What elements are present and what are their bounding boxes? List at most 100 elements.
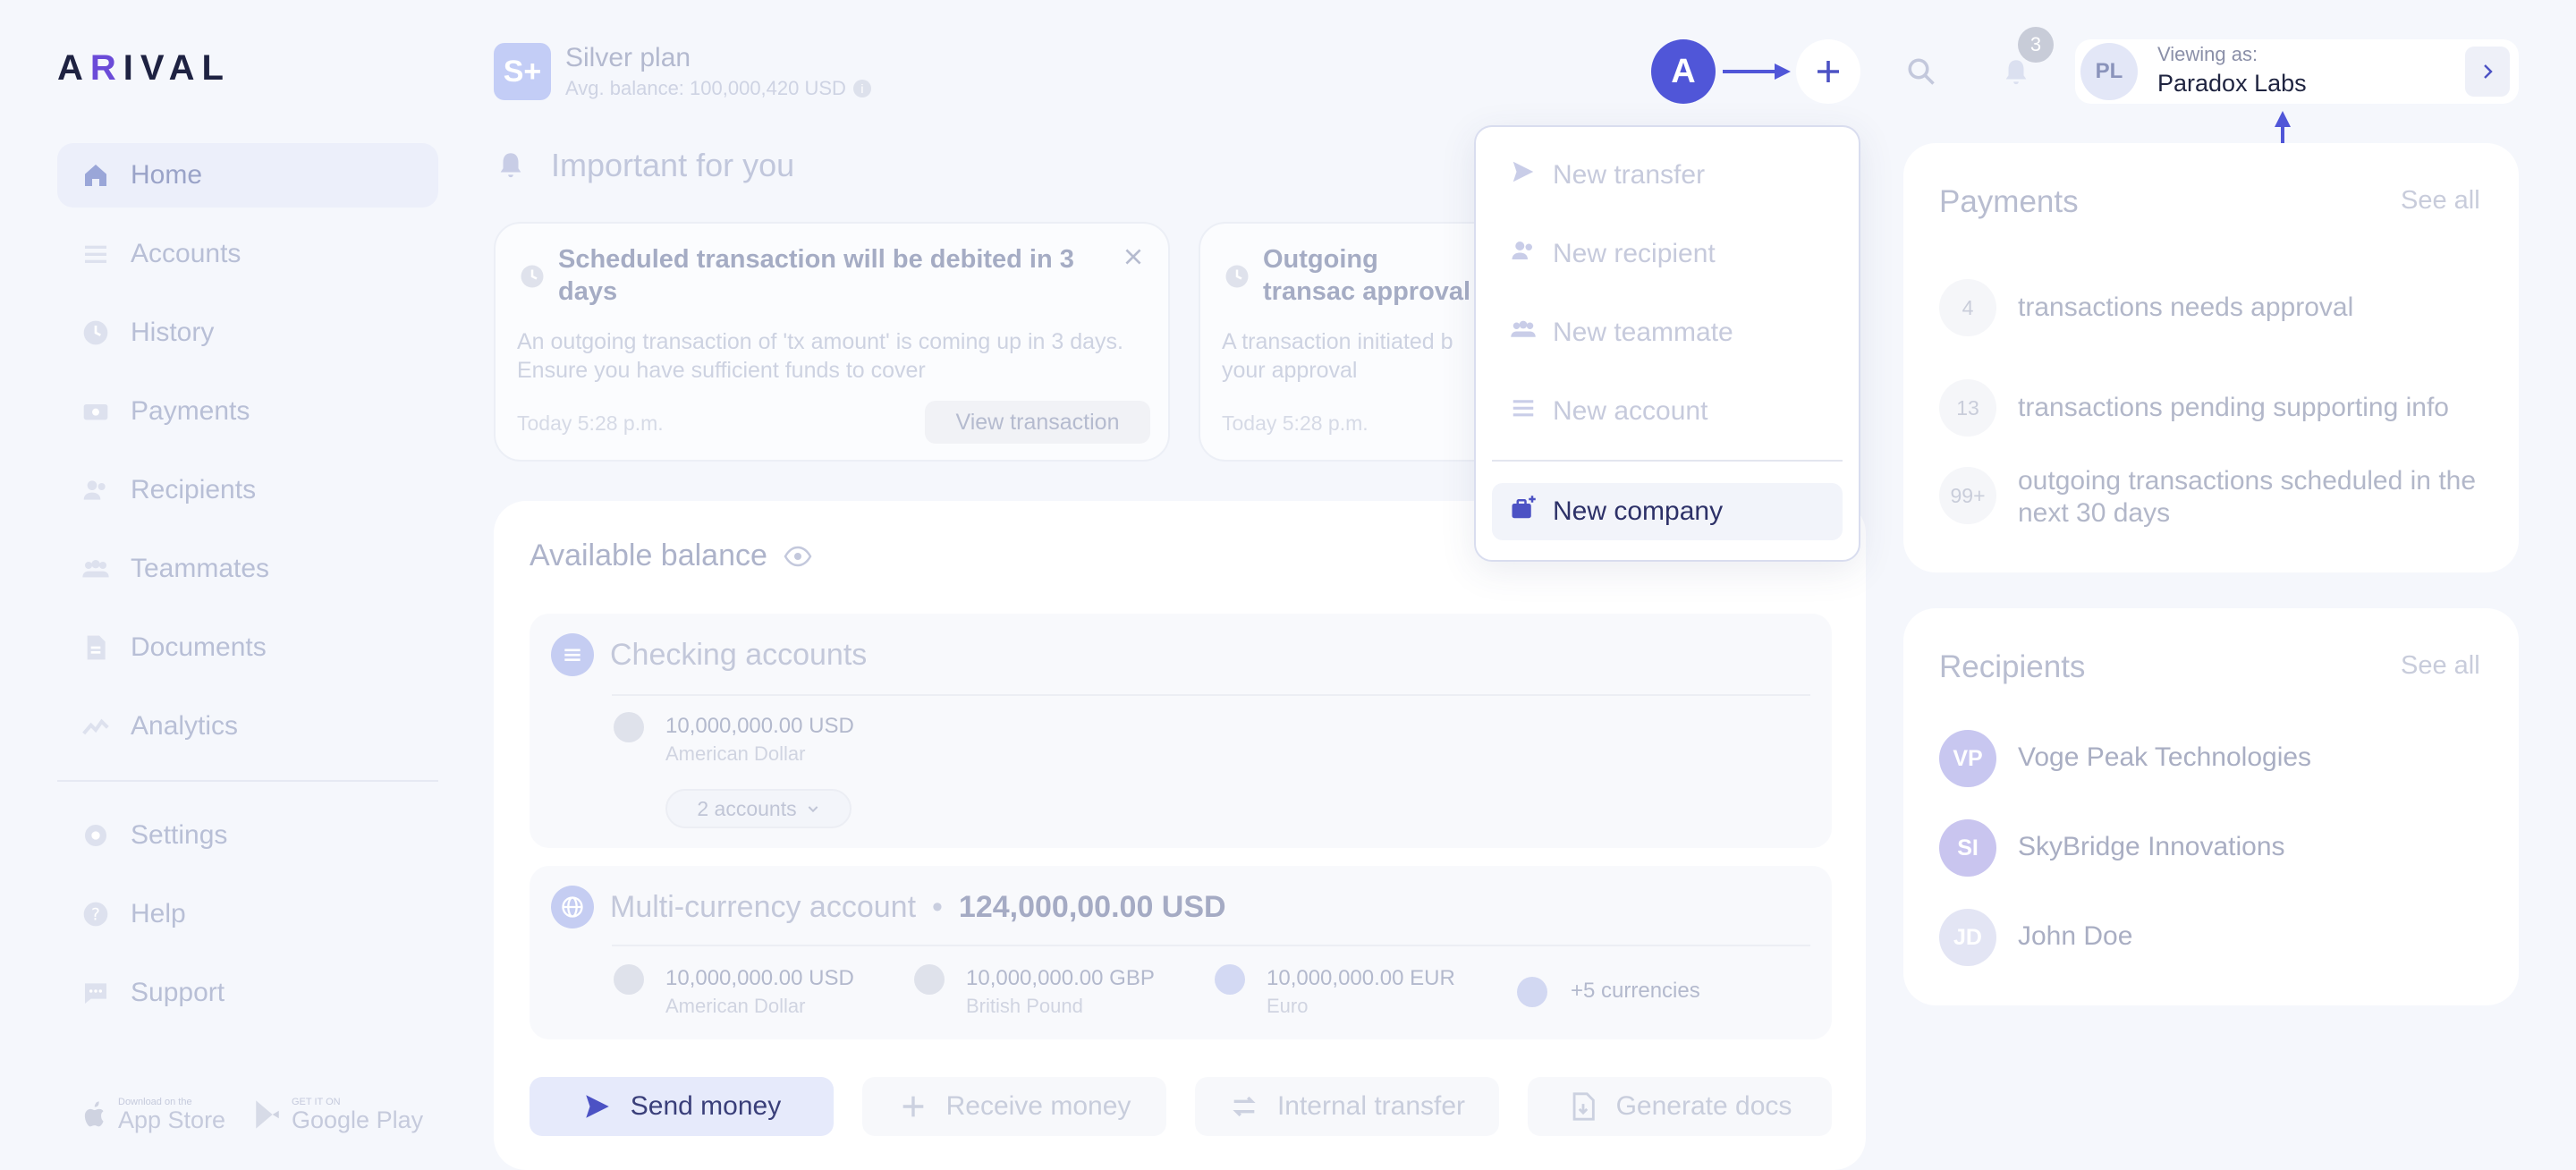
receive-money-button[interactable]: Receive money (862, 1077, 1166, 1136)
sidebar-item-payments[interactable]: Payments (57, 379, 438, 444)
list-icon (1510, 394, 1537, 428)
divider (612, 694, 1810, 696)
payments-see-all-link[interactable]: See all (2401, 186, 2480, 216)
chevron-right-icon (2484, 64, 2493, 79)
annotation-arrow-a (1723, 64, 1791, 80)
sidebar-item-label: Accounts (131, 239, 242, 268)
menu-item-new-recipient[interactable]: New recipient (1492, 225, 1843, 283)
recipients-icon (80, 475, 111, 505)
menu-item-new-account[interactable]: New account (1492, 383, 1843, 440)
support-icon (80, 978, 111, 1008)
sidebar-item-home[interactable]: Home (57, 143, 438, 208)
sidebar-item-teammates[interactable]: Teammates (57, 537, 438, 601)
payments-title: Payments (1939, 184, 2079, 219)
separator: • (932, 889, 943, 924)
history-icon (80, 318, 111, 348)
recipient-name[interactable]: John Doe (2018, 921, 2132, 952)
sidebar-item-label: Payments (131, 396, 250, 426)
checking-accounts-header: Checking accounts (551, 633, 867, 676)
sidebar-item-recipients[interactable]: Recipients (57, 458, 438, 522)
list-icon (551, 633, 594, 676)
arival-logo[interactable]: ARIVAL (57, 48, 231, 89)
teammates-icon (80, 554, 111, 584)
notice-card-text: A transaction initiated b your approval (1222, 329, 1453, 383)
multi-currency-total: 124,000,00.00 USD (958, 889, 1226, 924)
notice-card-time: Today 5:28 p.m. (517, 411, 664, 435)
plan-title[interactable]: Silver plan (565, 43, 691, 73)
currency-name: British Pound (966, 995, 1083, 1017)
add-button[interactable] (1796, 39, 1860, 104)
notice-card[interactable]: Scheduled transaction will be debited in… (494, 222, 1170, 462)
notice-card-title: Scheduled transaction will be debited in… (558, 245, 1074, 306)
recipient-name[interactable]: Voge Peak Technologies (2018, 742, 2311, 773)
menu-item-new-transfer[interactable]: New transfer (1492, 147, 1843, 204)
sidebar-item-accounts[interactable]: Accounts (57, 222, 438, 286)
notice-card[interactable]: Outgoing transac approval A transaction … (1199, 222, 1503, 462)
avg-balance-text: Avg. balance: 100,000,420 USD (565, 77, 846, 99)
google-play-icon (256, 1100, 279, 1129)
google-play-badge[interactable]: GET IT ON Google Play (252, 1097, 423, 1132)
app-store-badge[interactable]: Download on the App Store (82, 1097, 225, 1132)
sidebar-item-settings[interactable]: Settings (57, 803, 438, 868)
info-icon[interactable]: i (852, 80, 871, 98)
currency-name: Euro (1267, 995, 1309, 1017)
settings-icon (80, 820, 111, 851)
payments-row-text[interactable]: transactions pending supporting info (2018, 392, 2449, 424)
search-button[interactable] (1889, 39, 1953, 104)
sidebar-item-analytics[interactable]: Analytics (57, 694, 438, 759)
search-icon (1908, 58, 1935, 85)
recipients-see-all-link[interactable]: See all (2401, 651, 2480, 681)
currencies-icon (1517, 977, 1547, 1007)
annotation-marker-a: A (1651, 39, 1716, 104)
multi-currency-header: Multi-currency account • 124,000,00.00 U… (551, 886, 1226, 928)
switch-company-button[interactable] (2465, 47, 2510, 97)
eye-icon[interactable] (784, 546, 812, 567)
accounts-icon (80, 239, 111, 269)
sidebar-item-label: History (131, 318, 215, 347)
plus-icon (1818, 61, 1839, 82)
payments-count: 13 (1939, 379, 1996, 437)
svg-text:?: ? (91, 906, 100, 925)
payments-count: 4 (1939, 279, 1996, 336)
sidebar-item-label: Recipients (131, 475, 257, 504)
payments-row-text[interactable]: outgoing transactions scheduled in the n… (2018, 465, 2501, 530)
recipients-title: Recipients (1939, 649, 2086, 684)
plan-badge: S+ (494, 43, 551, 100)
available-balance-title: Available balance (530, 538, 812, 573)
analytics-icon (80, 711, 111, 742)
recipient-name[interactable]: SkyBridge Innovations (2018, 832, 2285, 862)
sidebar-item-label: Analytics (131, 711, 239, 741)
important-section-title: Important for you (551, 147, 795, 183)
sidebar-item-label: Home (131, 160, 203, 190)
sidebar-item-label: Documents (131, 632, 267, 662)
apple-icon (84, 1101, 104, 1127)
sidebar-item-history[interactable]: History (57, 301, 438, 365)
menu-item-new-teammate[interactable]: New teammate (1492, 304, 1843, 361)
more-currencies-link[interactable]: +5 currencies (1571, 979, 1700, 1004)
us-flag-icon (614, 712, 644, 742)
generate-docs-button[interactable]: Generate docs (1528, 1077, 1832, 1136)
plus-icon (902, 1096, 923, 1117)
payments-row-text[interactable]: transactions needs approval (2018, 292, 2353, 324)
currency-amount: 10,000,000.00 GBP (966, 966, 1155, 990)
internal-transfer-button[interactable]: Internal transfer (1195, 1077, 1499, 1136)
sidebar-item-support[interactable]: Support (57, 961, 438, 1025)
help-icon: ? (80, 899, 111, 929)
transfer-icon (1233, 1096, 1256, 1117)
currency-name: American Dollar (665, 995, 806, 1017)
sidebar-divider (57, 780, 438, 782)
sidebar-item-label: Support (131, 978, 225, 1007)
document-download-icon (1572, 1092, 1595, 1121)
menu-item-new-company[interactable]: New company (1492, 483, 1843, 540)
divider (612, 945, 1810, 946)
payments-icon (80, 396, 111, 427)
sidebar-item-documents[interactable]: Documents (57, 615, 438, 680)
company-avatar: PL (2080, 43, 2138, 100)
accounts-dropdown[interactable]: 2 accounts (665, 789, 852, 828)
documents-icon (80, 632, 111, 663)
close-icon[interactable] (1122, 245, 1145, 268)
sidebar-item-help[interactable]: ? Help (57, 882, 438, 946)
view-transaction-button[interactable]: View transaction (925, 401, 1150, 444)
send-money-button[interactable]: Send money (530, 1077, 834, 1136)
currency-amount: 10,000,000.00 USD (665, 714, 854, 738)
